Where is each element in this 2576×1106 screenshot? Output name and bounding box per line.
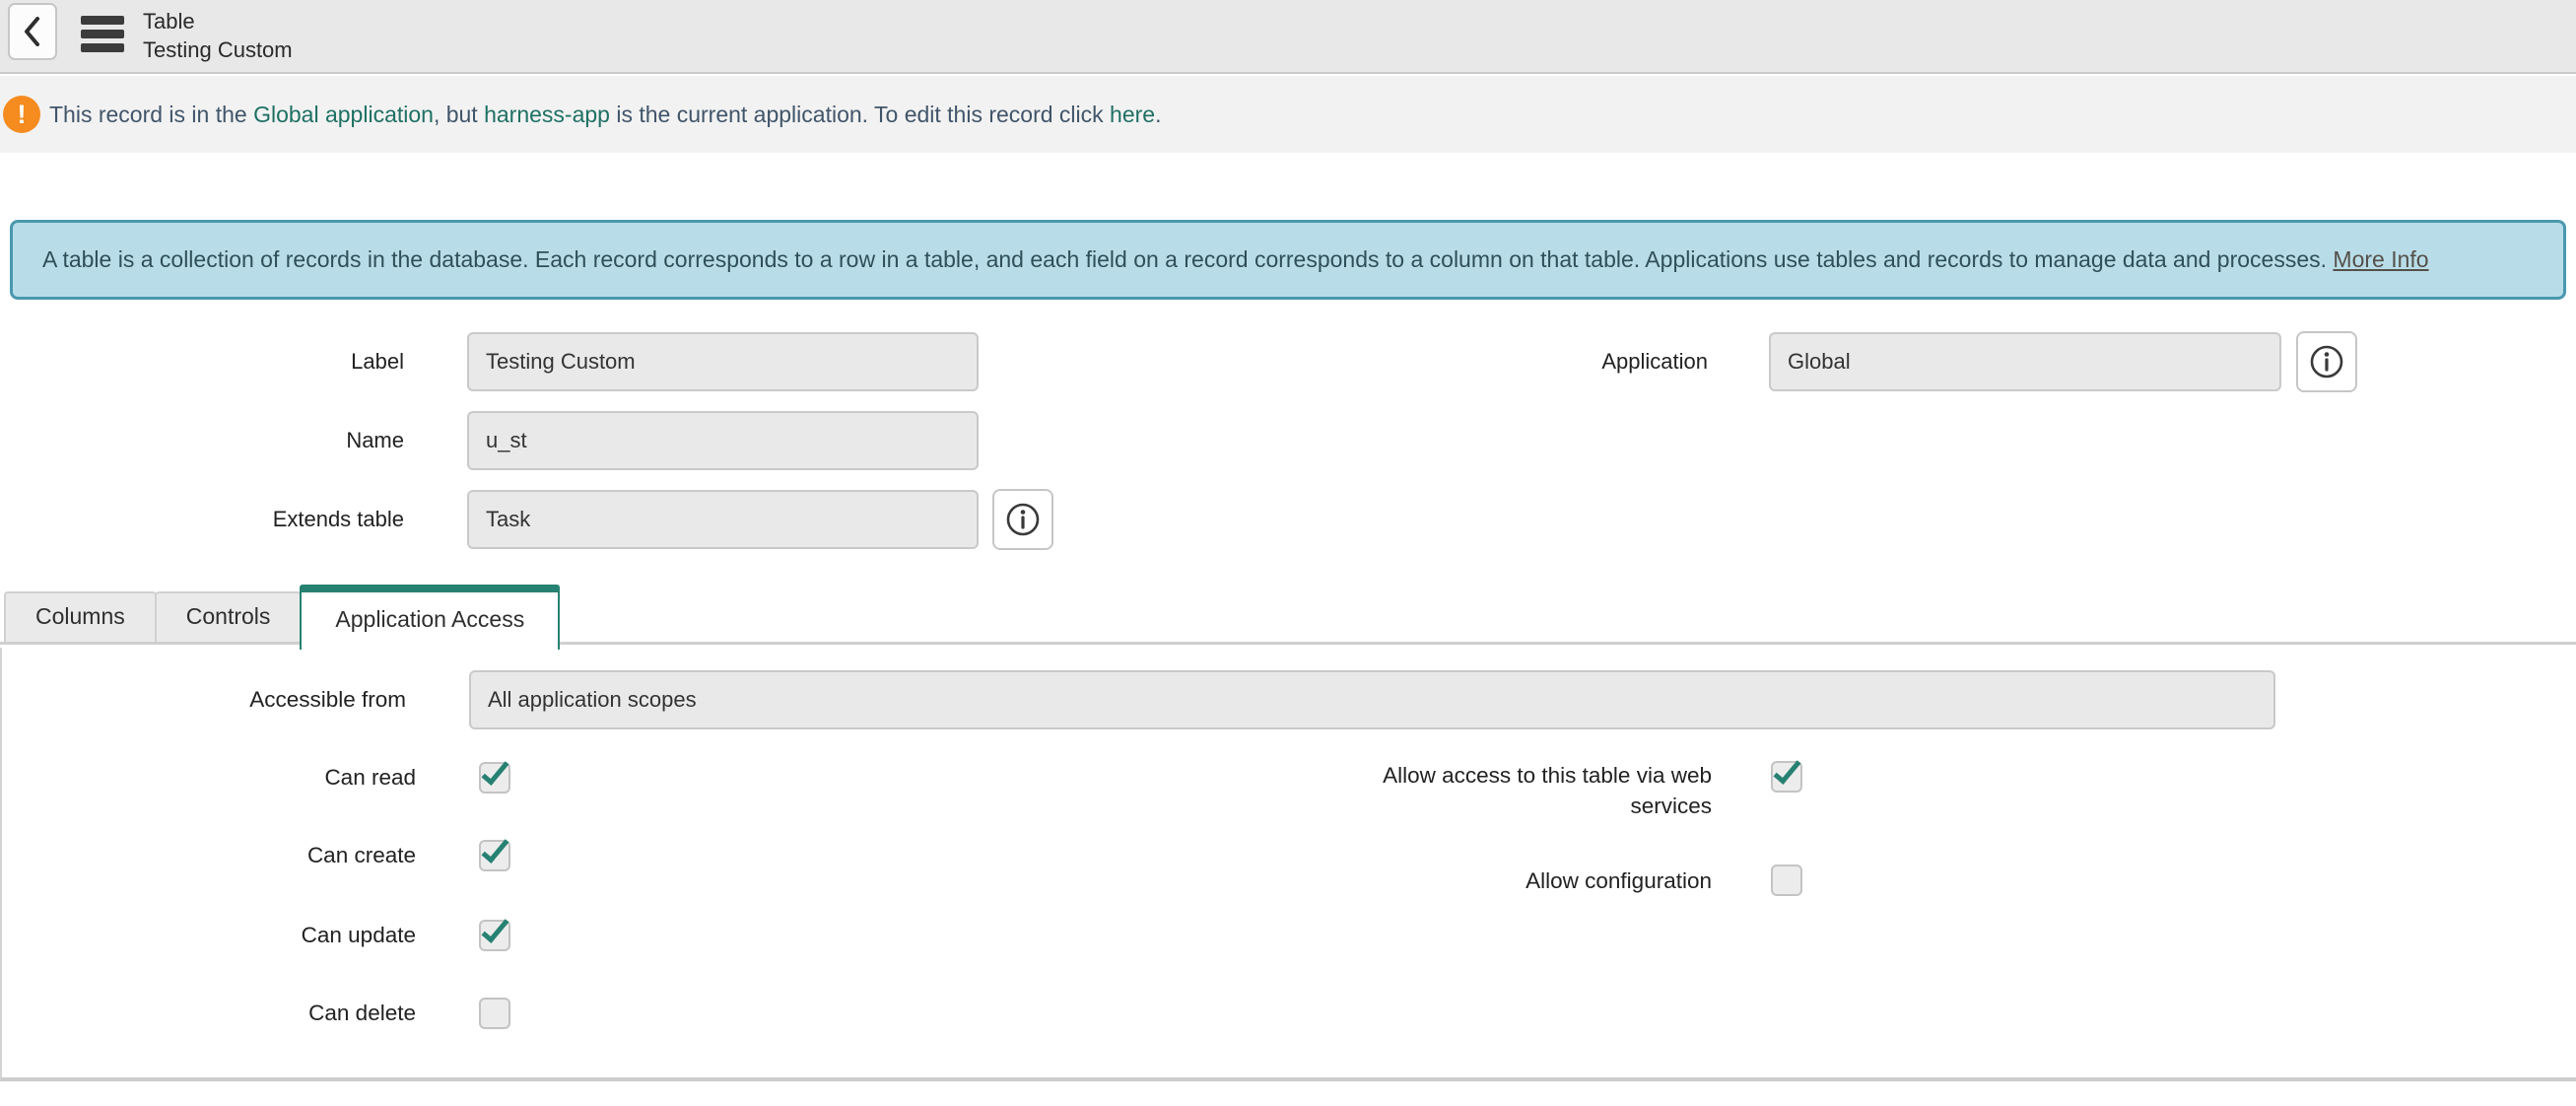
name-field-label: Name: [0, 411, 404, 470]
table-record-page: Table Testing Custom: [0, 0, 2576, 1106]
web-services-label: Allow access to this table via web servi…: [1332, 760, 1712, 821]
application-info-button[interactable]: [2296, 331, 2357, 392]
scope-warning-message: ! This record is in the Global applicati…: [0, 76, 2576, 153]
application-field-label: Application: [1304, 332, 1708, 391]
can-create-checkbox[interactable]: [479, 840, 510, 871]
can-update-checkbox[interactable]: [479, 920, 510, 951]
more-info-link[interactable]: More Info: [2333, 246, 2428, 272]
hamburger-menu-icon[interactable]: [81, 16, 124, 57]
can-read-label: Can read: [2, 762, 416, 794]
page-title: Table Testing Custom: [143, 7, 293, 64]
back-button[interactable]: [8, 3, 57, 60]
label-field-label: Label: [0, 332, 404, 391]
warning-text: This record is in the Global application…: [49, 76, 1161, 153]
current-application-link[interactable]: harness-app: [484, 102, 610, 127]
table-info-banner: A table is a collection of records in th…: [10, 220, 2566, 300]
accessible-from-select[interactable]: All application scopes: [469, 670, 2275, 729]
can-update-label: Can update: [2, 920, 416, 951]
extends-table-label: Extends table: [0, 490, 404, 549]
accessible-from-label: Accessible from: [2, 670, 406, 729]
tab-controls[interactable]: Controls: [155, 591, 303, 642]
can-create-label: Can create: [2, 840, 416, 871]
can-delete-checkbox[interactable]: [479, 998, 510, 1029]
record-tabs: Columns Controls Application Access: [0, 588, 2576, 645]
allow-configuration-label: Allow configuration: [1332, 865, 1712, 897]
application-field-input[interactable]: Global: [1769, 332, 2281, 391]
check-icon: [482, 834, 509, 864]
tab-columns[interactable]: Columns: [4, 591, 157, 642]
banner-text: A table is a collection of records in th…: [42, 246, 2333, 272]
application-access-panel: Accessible from All application scopes C…: [0, 648, 2576, 1081]
label-field-input[interactable]: Testing Custom: [467, 332, 979, 391]
web-services-checkbox[interactable]: [1771, 761, 1802, 793]
record-type-title: Table: [143, 7, 293, 35]
tab-application-access[interactable]: Application Access: [300, 585, 560, 650]
chevron-left-icon: [22, 16, 43, 47]
edit-here-link[interactable]: here: [1110, 102, 1155, 127]
check-icon: [482, 914, 509, 943]
can-read-checkbox[interactable]: [479, 762, 510, 794]
info-icon: [2308, 343, 2345, 380]
extends-table-info-button[interactable]: [992, 489, 1053, 550]
can-delete-label: Can delete: [2, 998, 416, 1029]
form-header: Table Testing Custom: [0, 0, 2576, 74]
record-name-title: Testing Custom: [143, 35, 293, 64]
global-application-link[interactable]: Global application: [253, 102, 434, 127]
extends-table-input[interactable]: Task: [467, 490, 979, 549]
allow-configuration-checkbox[interactable]: [1771, 864, 1802, 896]
info-icon: [1004, 501, 1042, 538]
name-field-input[interactable]: u_st: [467, 411, 979, 470]
check-icon: [482, 756, 509, 786]
warning-icon: !: [3, 96, 40, 133]
check-icon: [1774, 755, 1801, 785]
